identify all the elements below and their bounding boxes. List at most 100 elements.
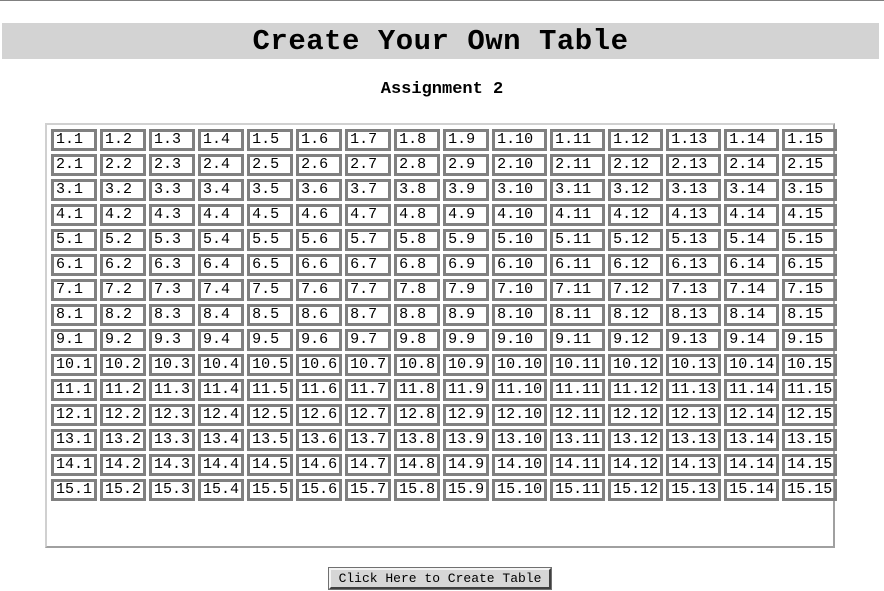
table-cell: 3.6 — [296, 179, 343, 201]
table-cell: 13.2 — [100, 429, 147, 451]
table-cell: 13.1 — [51, 429, 98, 451]
table-cell: 1.1 — [51, 129, 98, 151]
table-cell: 12.1 — [51, 404, 98, 426]
table-cell: 15.9 — [443, 479, 490, 501]
table-cell: 2.8 — [394, 154, 441, 176]
table-cell: 4.4 — [198, 204, 245, 226]
table-cell: 5.2 — [100, 229, 147, 251]
table-cell: 11.13 — [666, 379, 722, 401]
table-cell: 13.3 — [149, 429, 196, 451]
table-cell: 3.14 — [724, 179, 780, 201]
table-cell: 2.13 — [666, 154, 722, 176]
table-cell: 4.11 — [550, 204, 606, 226]
table-cell: 10.6 — [296, 354, 343, 376]
table-cell: 7.13 — [666, 279, 722, 301]
table-cell: 2.1 — [51, 154, 98, 176]
table-cell: 11.2 — [100, 379, 147, 401]
table-cell: 6.14 — [724, 254, 780, 276]
table-cell: 2.7 — [345, 154, 392, 176]
table-cell: 11.8 — [394, 379, 441, 401]
table-cell: 14.14 — [724, 454, 780, 476]
table-cell: 12.11 — [550, 404, 606, 426]
table-cell: 6.12 — [608, 254, 664, 276]
page-title: Create Your Own Table — [252, 24, 629, 58]
table-cell: 12.12 — [608, 404, 664, 426]
table-cell: 1.13 — [666, 129, 722, 151]
table-cell: 13.12 — [608, 429, 664, 451]
table-cell: 12.14 — [724, 404, 780, 426]
table-cell: 10.15 — [782, 354, 838, 376]
table-cell: 6.8 — [394, 254, 441, 276]
table-cell: 3.12 — [608, 179, 664, 201]
table-cell: 5.10 — [492, 229, 548, 251]
table-cell: 3.13 — [666, 179, 722, 201]
table-cell: 6.1 — [51, 254, 98, 276]
table-cell: 15.12 — [608, 479, 664, 501]
table-cell: 14.4 — [198, 454, 245, 476]
table-cell: 7.4 — [198, 279, 245, 301]
table-cell: 5.3 — [149, 229, 196, 251]
table-row: 2.1 2.2 2.3 2.4 2.5 2.6 2.7 2.8 2.9 2.10 2.11 2.12 2… — [51, 154, 838, 176]
table-cell: 5.13 — [666, 229, 722, 251]
table-cell: 7.1 — [51, 279, 98, 301]
table-cell: 3.11 — [550, 179, 606, 201]
table-cell: 8.12 — [608, 304, 664, 326]
table-cell: 10.14 — [724, 354, 780, 376]
table-cell: 7.15 — [782, 279, 838, 301]
table-row: 6.1 6.2 6.3 6.4 6.5 6.6 6.7 6.8 6.9 6.10 6.11 6.12 6… — [51, 254, 838, 276]
table-cell: 9.5 — [247, 329, 294, 351]
create-table-button[interactable]: Click Here to Create Table — [328, 567, 552, 590]
table-cell: 1.15 — [782, 129, 838, 151]
table-cell: 7.12 — [608, 279, 664, 301]
table-cell: 11.3 — [149, 379, 196, 401]
table-cell: 5.11 — [550, 229, 606, 251]
table-cell: 8.6 — [296, 304, 343, 326]
table-cell: 2.15 — [782, 154, 838, 176]
table-row: 8.1 8.2 8.3 8.4 8.5 8.6 8.7 8.8 8.9 8.10 8.11 8.12 8… — [51, 304, 838, 326]
table-cell: 8.14 — [724, 304, 780, 326]
table-row: 15.1 15.2 15.3 15.4 15.5 15.6 15.7 15.8 15.9 15.1… — [51, 479, 838, 501]
table-cell: 13.4 — [198, 429, 245, 451]
table-cell: 10.5 — [247, 354, 294, 376]
table-cell: 7.14 — [724, 279, 780, 301]
table-cell: 5.1 — [51, 229, 98, 251]
top-divider — [0, 0, 884, 1]
table-cell: 15.3 — [149, 479, 196, 501]
table-cell: 12.13 — [666, 404, 722, 426]
table-cell: 12.5 — [247, 404, 294, 426]
table-cell: 8.2 — [100, 304, 147, 326]
table-cell: 6.9 — [443, 254, 490, 276]
table-cell: 8.10 — [492, 304, 548, 326]
table-cell: 3.9 — [443, 179, 490, 201]
table-cell: 1.8 — [394, 129, 441, 151]
table-cell: 8.5 — [247, 304, 294, 326]
table-cell: 1.2 — [100, 129, 147, 151]
table-cell: 14.5 — [247, 454, 294, 476]
table-cell: 12.7 — [345, 404, 392, 426]
table-cell: 10.11 — [550, 354, 606, 376]
table-cell: 15.15 — [782, 479, 838, 501]
table-cell: 6.2 — [100, 254, 147, 276]
table-cell: 11.5 — [247, 379, 294, 401]
table-cell: 9.8 — [394, 329, 441, 351]
table-cell: 12.15 — [782, 404, 838, 426]
table-row: 11.1 11.2 11.3 11.4 11.5 11.6 11.7 11.8 11.9 11.1… — [51, 379, 838, 401]
table-row: 9.1 9.2 9.3 9.4 9.5 9.6 9.7 9.8 9.9 9.10 9.11 9.12 9… — [51, 329, 838, 351]
table-cell: 10.12 — [608, 354, 664, 376]
table-cell: 6.6 — [296, 254, 343, 276]
table-cell: 8.3 — [149, 304, 196, 326]
table-cell: 14.13 — [666, 454, 722, 476]
generated-table-body: 1.1 1.2 1.3 1.4 1.5 1.6 1.7 1.8 1.9 1.10 1.11 1.12 1… — [51, 129, 838, 501]
table-row: 10.1 10.2 10.3 10.4 10.5 10.6 10.7 10.8 10.9 10.1… — [51, 354, 838, 376]
table-cell: 10.7 — [345, 354, 392, 376]
table-row: 13.1 13.2 13.3 13.4 13.5 13.6 13.7 13.8 13.9 13.1… — [51, 429, 838, 451]
table-cell: 12.10 — [492, 404, 548, 426]
generated-table: 1.1 1.2 1.3 1.4 1.5 1.6 1.7 1.8 1.9 1.10 1.11 1.12 1… — [48, 126, 840, 504]
table-cell: 9.7 — [345, 329, 392, 351]
table-cell: 14.2 — [100, 454, 147, 476]
table-cell: 11.11 — [550, 379, 606, 401]
table-cell: 7.5 — [247, 279, 294, 301]
table-cell: 3.5 — [247, 179, 294, 201]
table-cell: 13.10 — [492, 429, 548, 451]
table-cell: 4.12 — [608, 204, 664, 226]
